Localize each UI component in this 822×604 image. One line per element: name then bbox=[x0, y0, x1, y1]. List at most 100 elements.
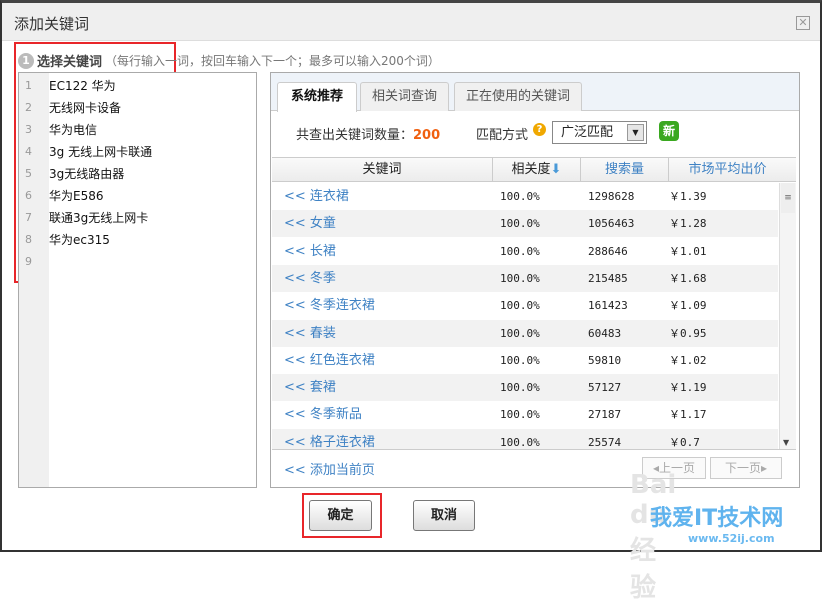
tab-bar: 系统推荐 相关词查询 正在使用的关键词 bbox=[271, 73, 799, 112]
line-text: 3g无线路由器 bbox=[49, 167, 125, 181]
add-current-page-link[interactable]: << 添加当前页 bbox=[284, 459, 375, 478]
add-arrow-icon: << bbox=[284, 189, 310, 204]
line-text: 3g 无线上网卡联通 bbox=[49, 145, 153, 159]
editor-line: 9 bbox=[19, 251, 256, 273]
editor-line: 7 联通3g无线上网卡 bbox=[19, 207, 256, 229]
keyword-text: 冬季连衣裙 bbox=[309, 298, 375, 314]
keyword-text: 春装 bbox=[309, 325, 336, 341]
table-row: << 格子连衣裙 100.0% 25574 ￥0.7 bbox=[272, 428, 778, 449]
table-row: << 套裙 100.0% 57127 ￥1.19 bbox=[272, 374, 778, 402]
scroll-thumb[interactable]: ≡ bbox=[781, 183, 795, 213]
add-arrow-icon: << bbox=[284, 216, 310, 232]
table-header: 关键词 相关度⬇ 搜索量 市场平均出价 bbox=[272, 157, 796, 182]
avg-bid-cell: ￥0.7 bbox=[669, 435, 700, 449]
step-heading: 1 选择关键词 （每行输入一词，按回车输入下一个；最多可以输入200个词） bbox=[18, 51, 440, 70]
keyword-text: 套裙 bbox=[309, 380, 336, 396]
relevance-cell: 100.0% bbox=[500, 190, 540, 203]
scrollbar[interactable]: ≡ ▼ bbox=[779, 183, 796, 449]
search-volume-cell: 1298628 bbox=[588, 190, 635, 203]
add-keyword-link[interactable]: << 套裙 bbox=[284, 374, 336, 401]
relevance-cell: 100.0% bbox=[500, 244, 540, 258]
avg-bid-cell: ￥1.28 bbox=[669, 217, 707, 231]
editor-line: 8 华为ec315 bbox=[19, 229, 256, 251]
scroll-down-icon[interactable]: ▼ bbox=[783, 438, 789, 447]
add-arrow-icon: << bbox=[284, 243, 310, 259]
line-text: 华为ec315 bbox=[49, 233, 110, 247]
tab-system-recommend[interactable]: 系统推荐 bbox=[277, 82, 357, 112]
table-row: << 长裙 100.0% 288646 ￥1.01 bbox=[272, 238, 778, 265]
col-relevance[interactable]: 相关度⬇ bbox=[493, 158, 581, 181]
avg-bid-cell: ￥1.02 bbox=[669, 353, 707, 367]
new-badge-icon: 新 bbox=[659, 121, 679, 141]
editor-line: 2 无线网卡设备 bbox=[19, 97, 256, 119]
match-label: 匹配方式 bbox=[476, 128, 529, 143]
keyword-text: 冬季新品 bbox=[309, 407, 362, 423]
relevance-cell: 100.0% bbox=[500, 271, 540, 285]
add-keyword-link[interactable]: << 格子连衣裙 bbox=[284, 429, 375, 449]
add-keyword-link[interactable]: << 连衣裙 bbox=[284, 183, 349, 210]
search-volume-cell: 60483 bbox=[588, 326, 622, 340]
tab-keywords-in-use[interactable]: 正在使用的关键词 bbox=[454, 82, 582, 111]
col-search-volume[interactable]: 搜索量 bbox=[581, 158, 669, 181]
add-keyword-link[interactable]: << 冬季 bbox=[284, 265, 336, 292]
add-keyword-link[interactable]: << 春装 bbox=[284, 320, 336, 347]
relevance-cell: 100.0% bbox=[500, 353, 540, 367]
add-keyword-link[interactable]: << 冬季连衣裙 bbox=[284, 292, 375, 319]
count-label: 共查出关键词数量： bbox=[296, 128, 414, 143]
line-text: 联通3g无线上网卡 bbox=[49, 211, 149, 225]
add-keyword-link[interactable]: << 女童 bbox=[284, 210, 336, 237]
chevron-down-icon: ▼ bbox=[627, 124, 644, 141]
search-volume-cell: 27187 bbox=[588, 408, 622, 422]
add-arrow-icon: << bbox=[284, 270, 310, 286]
add-arrow-icon: << bbox=[284, 380, 310, 396]
keyword-table-body: << 连衣裙 100.0% 1298628 ￥1.39 << 女童 100.0% 10564… bbox=[272, 183, 778, 449]
help-icon[interactable]: ? bbox=[533, 123, 546, 136]
match-type-select[interactable]: 广泛匹配 ▼ bbox=[552, 121, 647, 144]
count-value: 200 bbox=[413, 128, 441, 143]
relevance-cell: 100.0% bbox=[500, 435, 540, 449]
cancel-button[interactable]: 取消 bbox=[413, 500, 475, 531]
keyword-text: 连衣裙 bbox=[309, 189, 349, 204]
sort-down-icon: ⬇ bbox=[550, 162, 562, 177]
line-text: 华为E586 bbox=[49, 189, 104, 203]
prev-page-button[interactable]: ◂上一页 bbox=[642, 457, 706, 479]
tab-related-query[interactable]: 相关词查询 bbox=[360, 82, 449, 111]
ok-button[interactable]: 确定 bbox=[309, 500, 372, 531]
line-number: 1 bbox=[25, 79, 32, 92]
avg-bid-cell: ￥1.01 bbox=[669, 244, 707, 258]
add-keyword-link[interactable]: << 冬季新品 bbox=[284, 401, 362, 428]
editor-line: 5 3g无线路由器 bbox=[19, 163, 256, 185]
avg-bid-cell: ￥1.09 bbox=[669, 299, 707, 313]
line-number: 5 bbox=[25, 167, 32, 180]
match-type-value: 广泛匹配 bbox=[561, 125, 614, 140]
relevance-cell: 100.0% bbox=[500, 326, 540, 340]
line-number: 6 bbox=[25, 189, 32, 202]
line-number: 8 bbox=[25, 233, 32, 246]
editor-line: 6 华为E586 bbox=[19, 185, 256, 207]
search-volume-cell: 161423 bbox=[588, 299, 628, 313]
next-page-button[interactable]: 下一页▸ bbox=[710, 457, 782, 479]
title-bar: 添加关键词 ✕ bbox=[2, 3, 820, 41]
col-relevance-label: 相关度 bbox=[511, 162, 551, 177]
avg-bid-cell: ￥0.95 bbox=[669, 326, 707, 340]
add-keyword-link[interactable]: << 红色连衣裙 bbox=[284, 347, 375, 374]
close-icon[interactable]: ✕ bbox=[796, 16, 810, 30]
line-text: 华为电信 bbox=[49, 123, 98, 137]
step-number: 1 bbox=[18, 52, 34, 69]
line-number: 9 bbox=[25, 255, 32, 268]
relevance-cell: 100.0% bbox=[500, 381, 540, 395]
add-keyword-link[interactable]: << 长裙 bbox=[284, 238, 336, 265]
step-hint: （每行输入一词，按回车输入下一个；最多可以输入200个词） bbox=[105, 54, 440, 68]
add-arrow-icon: << bbox=[284, 325, 310, 341]
add-arrow-icon: << bbox=[284, 407, 310, 423]
search-volume-cell: 25574 bbox=[588, 435, 622, 449]
col-avg-bid[interactable]: 市场平均出价 bbox=[669, 158, 786, 181]
keyword-textarea[interactable]: 1 EC122 华为 2 无线网卡设备 3 华为电信 4 3g 无线上网卡联通 5 3g无线路由器… bbox=[18, 72, 257, 488]
keyword-text: 红色连衣裙 bbox=[309, 352, 375, 368]
table-row: << 冬季连衣裙 100.0% 161423 ￥1.09 bbox=[272, 292, 778, 319]
dialog-title: 添加关键词 bbox=[14, 15, 90, 33]
add-arrow-icon: << bbox=[284, 352, 310, 368]
table-row: << 春装 100.0% 60483 ￥0.95 bbox=[272, 319, 778, 347]
line-number: 3 bbox=[25, 123, 32, 136]
avg-bid-cell: ￥1.68 bbox=[669, 271, 707, 285]
